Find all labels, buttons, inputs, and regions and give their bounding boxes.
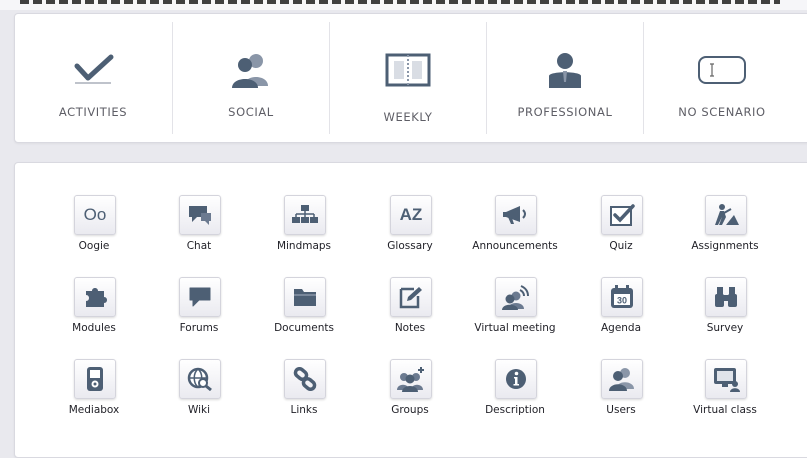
professional-person-icon (487, 50, 643, 90)
scenario-professional[interactable]: PROFESSIONAL (486, 22, 643, 134)
tool-virtual-meeting[interactable]: Virtual meeting (465, 277, 565, 339)
tool-label: Announcements (472, 240, 558, 252)
scenario-label: NO SCENARIO (678, 105, 766, 119)
tool-label: Mediabox (68, 404, 120, 416)
scenario-activities[interactable]: ACTIVITIES (15, 22, 171, 134)
scenario-label: WEEKLY (383, 110, 433, 124)
tool-label: Virtual meeting (474, 322, 556, 334)
svg-text:30: 30 (617, 296, 627, 306)
info-icon (495, 359, 537, 399)
tool-label: Documents (274, 322, 334, 334)
broadcast-people-icon (495, 277, 537, 317)
tool-wiki[interactable]: Wiki (149, 359, 249, 421)
chat-icon (179, 195, 221, 235)
tool-label: Links (290, 404, 318, 416)
scenario-weekly[interactable]: WEEKLY (329, 22, 486, 134)
tool-label: Modules (72, 322, 116, 334)
people-icon (173, 50, 329, 90)
tool-label: Groups (391, 404, 429, 416)
tool-documents[interactable]: Documents (254, 277, 354, 339)
globe-search-icon (179, 359, 221, 399)
tool-quiz[interactable]: Quiz (571, 195, 671, 257)
checkbox-icon (601, 195, 643, 235)
speech-bubble-icon (179, 277, 221, 317)
users-icon (601, 359, 643, 399)
tool-label: Assignments (691, 240, 759, 252)
tool-label: Quiz (609, 240, 633, 252)
tool-description[interactable]: Description (465, 359, 565, 421)
tool-groups[interactable]: Groups (360, 359, 460, 421)
tool-label: Notes (394, 322, 426, 334)
tool-modules[interactable]: Modules (44, 277, 144, 339)
top-strip (0, 0, 807, 10)
calendar-icon: 30 (601, 277, 643, 317)
tool-label: Agenda (600, 322, 642, 334)
tool-label: Wiki (187, 404, 211, 416)
edit-note-icon (390, 277, 432, 317)
scenario-label: PROFESSIONAL (517, 105, 613, 119)
scenario-panel: ACTIVITIES SOCIAL WEEKLY PROFESSIONAL NO… (14, 13, 807, 143)
notebook-icon (330, 50, 486, 90)
tool-forums[interactable]: Forums (149, 277, 249, 339)
worker-icon (705, 195, 747, 235)
oogie-icon: Oo (74, 195, 116, 235)
media-player-icon (74, 359, 116, 399)
scenario-label: ACTIVITIES (58, 105, 128, 119)
tool-label: Description (485, 404, 545, 416)
tools-panel: Oo Oogie Chat Mindmaps AZ Glossary Annou… (14, 162, 807, 458)
scenario-social[interactable]: SOCIAL (172, 22, 329, 134)
tool-glossary[interactable]: AZ Glossary (360, 195, 460, 257)
tool-label: Chat (186, 240, 212, 252)
tool-announcements[interactable]: Announcements (465, 195, 565, 257)
tool-label: Users (606, 404, 636, 416)
cropped-text-strip (20, 0, 780, 4)
az-icon: AZ (390, 195, 432, 235)
tool-virtual-class[interactable]: Virtual class (675, 359, 775, 421)
tool-assignments[interactable]: Assignments (675, 195, 775, 257)
tool-agenda[interactable]: 30 Agenda (571, 277, 671, 339)
tool-label: Survey (706, 322, 744, 334)
tool-label: Glossary (387, 240, 433, 252)
puzzle-icon (74, 277, 116, 317)
folder-icon (284, 277, 326, 317)
checkmark-icon (15, 50, 171, 90)
scenario-label: SOCIAL (228, 105, 274, 119)
tool-notes[interactable]: Notes (360, 277, 460, 339)
tool-mindmaps[interactable]: Mindmaps (254, 195, 354, 257)
tool-users[interactable]: Users (571, 359, 671, 421)
tool-label: Mindmaps (276, 240, 332, 252)
mindmap-icon (284, 195, 326, 235)
link-icon (284, 359, 326, 399)
tool-label: Forums (179, 322, 219, 334)
text-cursor-box-icon (644, 50, 800, 90)
tool-label: Virtual class (693, 404, 757, 416)
tool-chat[interactable]: Chat (149, 195, 249, 257)
scenario-no-scenario[interactable]: NO SCENARIO (643, 22, 800, 134)
binoculars-icon (705, 277, 747, 317)
group-add-icon (390, 359, 432, 399)
tool-links[interactable]: Links (254, 359, 354, 421)
monitor-user-icon (705, 359, 747, 399)
tool-mediabox[interactable]: Mediabox (44, 359, 144, 421)
megaphone-icon (495, 195, 537, 235)
tool-label: Oogie (78, 240, 110, 252)
tool-oogie[interactable]: Oo Oogie (44, 195, 144, 257)
tool-survey[interactable]: Survey (675, 277, 775, 339)
